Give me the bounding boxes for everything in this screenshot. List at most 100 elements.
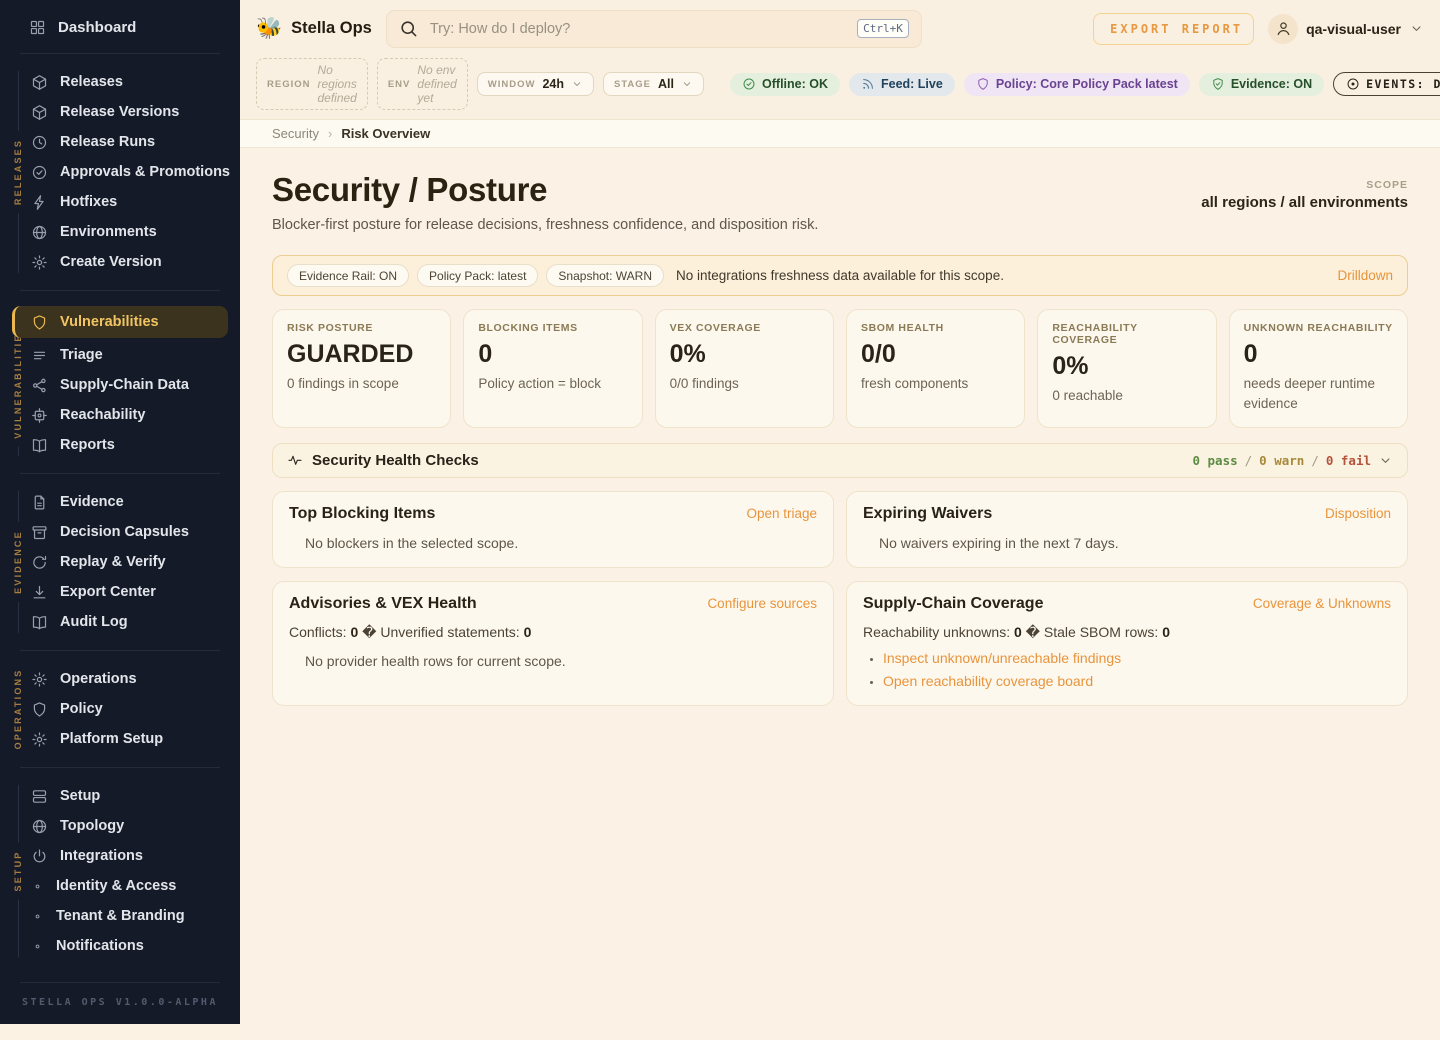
sidebar-item-identity-access[interactable]: Identity & Access [0, 871, 240, 901]
user-menu[interactable]: qa-visual-user [1268, 14, 1424, 44]
search-input[interactable] [428, 20, 847, 38]
sidebar-item-setup[interactable]: Setup [0, 781, 240, 811]
sidebar-item-notifications[interactable]: Notifications [0, 931, 240, 961]
breadcrumb-parent[interactable]: Security [272, 126, 319, 141]
breadcrumb: Security › Risk Overview [240, 120, 1440, 148]
document-icon [31, 494, 48, 511]
configure-sources-link[interactable]: Configure sources [707, 596, 817, 611]
metric-label: SBOM HEALTH [861, 322, 1010, 334]
sidebar-item-replay-verify[interactable]: Replay & Verify [0, 547, 240, 577]
sidebar-item-policy[interactable]: Policy [0, 694, 240, 724]
sidebar-item-dashboard[interactable]: Dashboard [0, 10, 240, 44]
sidebar-item-label: Decision Capsules [60, 524, 189, 540]
metric-card-vex-coverage: VEX COVERAGE 0% 0/0 findings [655, 309, 834, 428]
metric-sub: 0/0 findings [670, 374, 819, 394]
header: 🐝 Stella Ops Ctrl+K EXPORT REPORT qa-vis… [240, 0, 1440, 120]
sidebar-item-hotfixes[interactable]: Hotfixes [0, 187, 240, 217]
region-filter-chip[interactable]: REGION No regions defined [256, 58, 368, 110]
share-icon [31, 377, 48, 394]
policy-pack-chip[interactable]: Policy Pack: latest [417, 264, 538, 287]
drilldown-link[interactable]: Drilldown [1337, 268, 1393, 283]
sidebar-footer: STELLA OPS V1.0.0-ALPHA [0, 982, 240, 1024]
sidebar-item-supply-chain-data[interactable]: Supply-Chain Data [0, 370, 240, 400]
sidebar-item-environments[interactable]: Environments [0, 217, 240, 247]
sidebar-item-operations[interactable]: Operations [0, 664, 240, 694]
snapshot-chip[interactable]: Snapshot: WARN [546, 264, 664, 287]
sidebar-item-label: Dashboard [58, 19, 136, 36]
app-logo-icon: 🐝 [256, 18, 282, 39]
sidebar-item-tenant-branding[interactable]: Tenant & Branding [0, 901, 240, 931]
bolt-icon [31, 194, 48, 211]
empty-state-text: No blockers in the selected scope. [289, 535, 817, 551]
sidebar-item-integrations[interactable]: Integrations [0, 841, 240, 871]
sidebar-group-setup: SETUP Setup Topology Integrations Identi… [0, 777, 240, 965]
page-content: Security / Posture Blocker-first posture… [240, 148, 1440, 1040]
sidebar-item-releases[interactable]: Releases [0, 67, 240, 97]
supply-chain-links: Inspect unknown/unreachable findings Ope… [863, 650, 1391, 689]
sidebar-item-triage[interactable]: Triage [0, 340, 240, 370]
open-triage-link[interactable]: Open triage [746, 506, 817, 521]
scope-label: SCOPE [1201, 179, 1408, 191]
brand-name: Stella Ops [291, 19, 372, 38]
window-filter-dropdown[interactable]: WINDOW 24h [477, 72, 594, 96]
stage-filter-dropdown[interactable]: STAGE All [603, 72, 704, 96]
security-health-checks-bar[interactable]: Security Health Checks 0 pass / 0 warn /… [272, 443, 1408, 478]
sidebar-item-decision-capsules[interactable]: Decision Capsules [0, 517, 240, 547]
sidebar-item-create-version[interactable]: Create Version [0, 247, 240, 277]
evidence-rail-chip[interactable]: Evidence Rail: ON [287, 264, 409, 287]
sidebar-item-topology[interactable]: Topology [0, 811, 240, 841]
shield-check-icon [1211, 77, 1225, 91]
metric-sub: 0 findings in scope [287, 374, 436, 394]
chevron-right-icon: › [328, 126, 332, 141]
disposition-link[interactable]: Disposition [1325, 506, 1391, 521]
sidebar-item-evidence[interactable]: Evidence [0, 487, 240, 517]
chevron-down-icon [1409, 21, 1424, 36]
metric-value: GUARDED [287, 340, 436, 369]
page-title: Security / Posture [272, 171, 818, 209]
sidebar-item-label: Replay & Verify [60, 554, 166, 570]
sidebar-item-release-runs[interactable]: Release Runs [0, 127, 240, 157]
inspect-unknown-findings-link[interactable]: Inspect unknown/unreachable findings [883, 650, 1391, 666]
policy-status-pill[interactable]: Policy: Core Policy Pack latest [964, 73, 1190, 96]
sidebar-item-approvals-promotions[interactable]: Approvals & Promotions [0, 157, 240, 187]
user-icon [1275, 20, 1292, 37]
stale-value: 0 [1162, 624, 1170, 640]
supply-chain-stats: Reachability unknowns: 0 � Stale SBOM ro… [863, 624, 1391, 641]
brand[interactable]: 🐝 Stella Ops [256, 18, 372, 39]
chevron-down-icon [571, 78, 583, 90]
clock-icon [31, 134, 48, 151]
evidence-status-pill[interactable]: Evidence: ON [1199, 73, 1324, 96]
sidebar-item-label: Setup [60, 788, 100, 804]
sidebar-item-platform-setup[interactable]: Platform Setup [0, 724, 240, 754]
group-label: SETUP [13, 842, 23, 899]
server-icon [31, 788, 48, 805]
open-reachability-board-link[interactable]: Open reachability coverage board [883, 673, 1391, 689]
metric-card-sbom-health: SBOM HEALTH 0/0 fresh components [846, 309, 1025, 428]
events-status-pill[interactable]: EVENTS: DEGRADED [1333, 72, 1440, 96]
sidebar-item-vulnerabilities[interactable]: Vulnerabilities [12, 306, 228, 338]
coverage-unknowns-link[interactable]: Coverage & Unknowns [1253, 596, 1391, 611]
offline-status-pill[interactable]: Offline: OK [730, 73, 840, 96]
search-box[interactable]: Ctrl+K [386, 10, 922, 48]
sidebar-item-release-versions[interactable]: Release Versions [0, 97, 240, 127]
export-report-button[interactable]: EXPORT REPORT [1093, 13, 1254, 45]
health-pass-count: 0 pass [1192, 453, 1237, 468]
check-circle-icon [742, 77, 756, 91]
package-icon [31, 104, 48, 121]
metric-value: 0% [670, 340, 819, 369]
sidebar-item-reports[interactable]: Reports [0, 430, 240, 460]
feed-status-pill[interactable]: Feed: Live [849, 73, 955, 96]
sidebar-item-audit-log[interactable]: Audit Log [0, 607, 240, 637]
search-icon [399, 19, 418, 38]
title-block: Security / Posture Blocker-first posture… [272, 171, 818, 233]
sidebar-item-export-center[interactable]: Export Center [0, 577, 240, 607]
sidebar-item-reachability[interactable]: Reachability [0, 400, 240, 430]
gear-icon [31, 671, 48, 688]
sidebar-item-label: Notifications [56, 938, 144, 954]
metric-sub: fresh components [861, 374, 1010, 394]
power-icon [31, 848, 48, 865]
chevron-down-icon[interactable] [1378, 453, 1393, 468]
env-filter-chip[interactable]: ENV No env defined yet [377, 58, 468, 110]
evidence-status-label: Evidence: ON [1231, 77, 1312, 91]
sidebar-item-label: Identity & Access [56, 878, 176, 894]
